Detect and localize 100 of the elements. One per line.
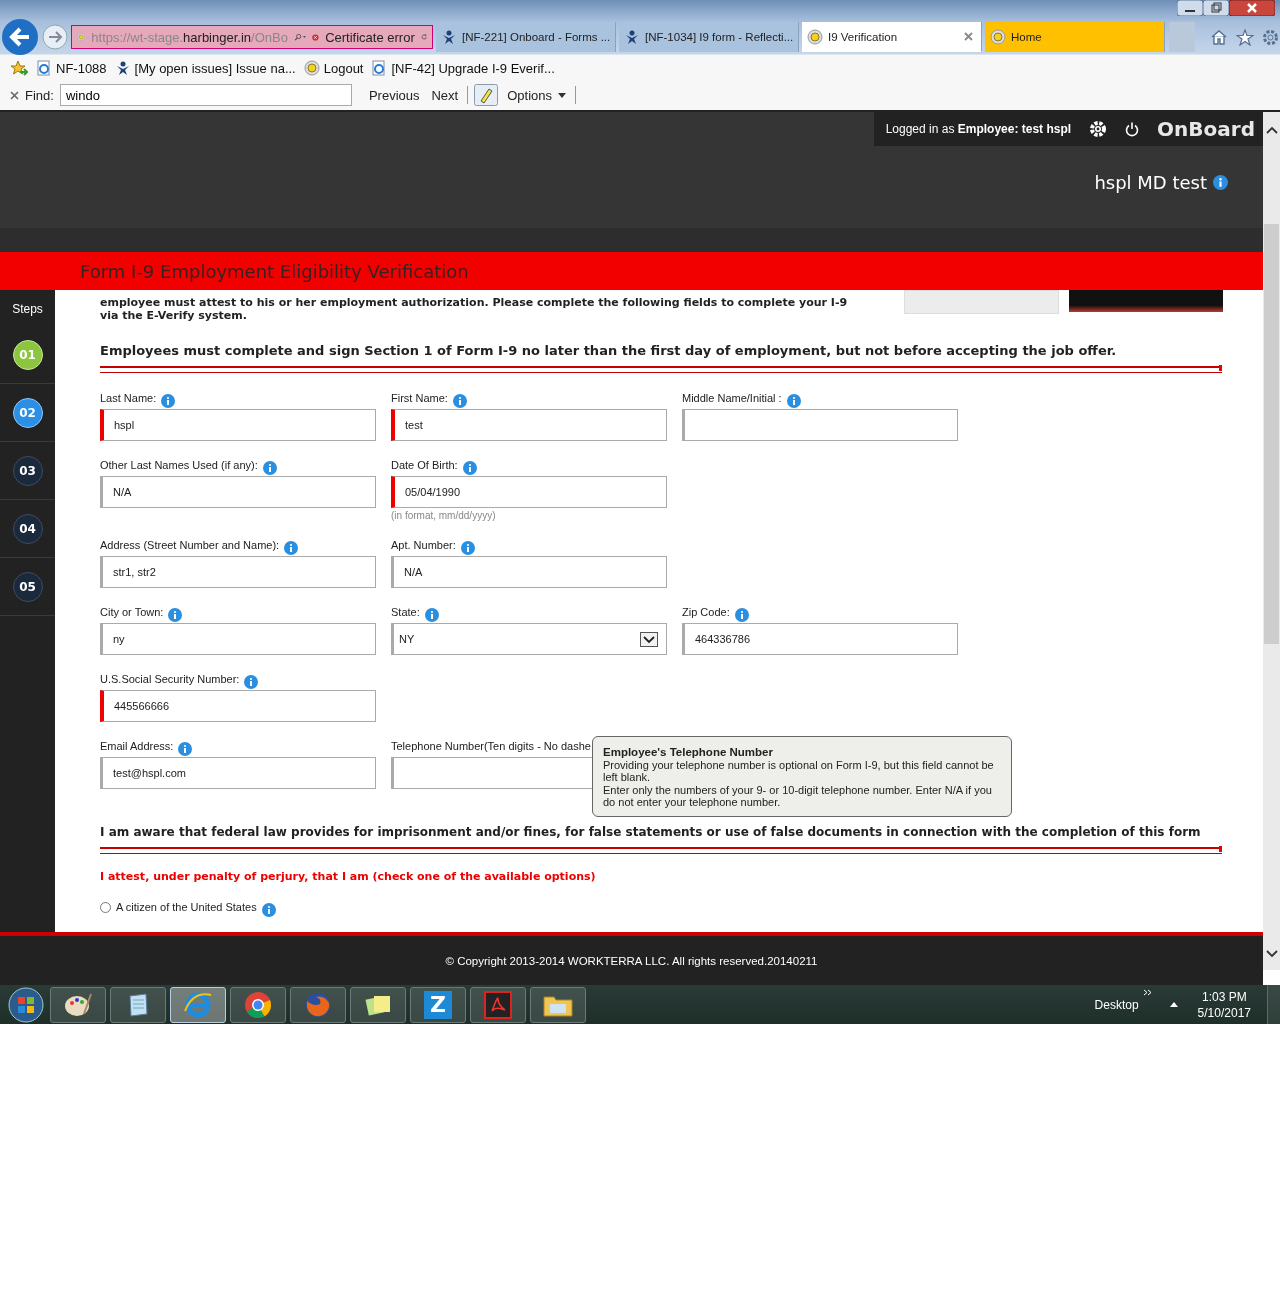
close-icon[interactable]: [964, 32, 973, 41]
field-label: Address (Street Number and Name):: [100, 539, 280, 551]
favorite-link[interactable]: Logout: [303, 60, 364, 76]
caret-icon[interactable]: [558, 92, 567, 98]
target-icon: [303, 60, 320, 76]
field-label: First Name:: [391, 392, 448, 404]
star-icon[interactable]: [1236, 28, 1254, 46]
browser-icon: [244, 990, 272, 1019]
forward-button[interactable]: [42, 24, 68, 50]
taskbar-button[interactable]: [230, 986, 286, 1023]
chevron-icon[interactable]: [1142, 989, 1152, 996]
text-field[interactable]: 445566666: [100, 690, 376, 722]
palette-icon: [64, 991, 92, 1018]
taskbar-button[interactable]: [530, 986, 586, 1023]
page-icon: [36, 60, 52, 76]
info-icon[interactable]: [1213, 175, 1228, 190]
text-field[interactable]: test: [391, 409, 667, 441]
page-title: Form I-9 Employment Eligibility Verification: [80, 260, 469, 282]
steps-title: Steps: [11, 301, 44, 318]
next-button[interactable]: Next: [428, 87, 462, 103]
brand-logo[interactable]: OnBoard: [1157, 117, 1255, 141]
taskbar-button[interactable]: [170, 986, 226, 1023]
power-icon[interactable]: [1125, 121, 1140, 137]
address-bar[interactable]: https://wt-stage.harbinger.in/OnBo Certificate error: [71, 25, 433, 49]
intro-text: employee must attest to his or her employment authorization. Please complete the following fields to complete your I-9 via the E-Verify system.: [100, 296, 849, 322]
target-icon: [807, 28, 823, 45]
browser-icon: [183, 990, 213, 1019]
tooltip-text: Providing your telephone number is optional on Form I-9, but this field cannot be left blank.: [603, 758, 995, 784]
field-label: Other Last Names Used (if any):: [100, 459, 258, 471]
favorite-link[interactable]: [NF-42] Upgrade I-9 Everif...: [371, 60, 555, 76]
text-field[interactable]: 464336786: [682, 623, 958, 655]
refresh-icon[interactable]: [420, 31, 427, 43]
previous-button[interactable]: Previous: [365, 87, 423, 103]
taskbar-button[interactable]: [110, 986, 166, 1023]
radio-button[interactable]: [100, 901, 111, 913]
home-icon[interactable]: [1210, 28, 1228, 45]
find-label: Find:: [25, 87, 54, 103]
text-field[interactable]: ny: [100, 623, 376, 655]
browser-icon: [304, 990, 332, 1019]
section-heading: Employees must complete and sign Section 1 of Form I-9 no later than the first day of employment, but not before accepting the job offer.: [100, 343, 1118, 358]
text-field[interactable]: N/A: [391, 556, 667, 588]
taskbar-button[interactable]: Z: [410, 986, 466, 1023]
field-label: State:: [391, 606, 420, 618]
text-field[interactable]: test@hspl.com: [100, 757, 376, 789]
logged-in-text: Logged in as Employee: test hspl: [885, 122, 1072, 136]
restore-button[interactable]: [1203, 0, 1229, 16]
field-label: Zip Code:: [682, 606, 730, 618]
taskbar-button[interactable]: [350, 986, 406, 1023]
app-icon: Z: [424, 990, 452, 1019]
desktop-toolbar[interactable]: Desktop: [1094, 997, 1139, 1012]
text-field[interactable]: [682, 409, 958, 441]
field-label: City or Town:: [100, 606, 164, 618]
highlighter-icon[interactable]: [474, 84, 499, 106]
favorite-link[interactable]: NF-1088: [36, 60, 107, 76]
text-field[interactable]: N/A: [100, 476, 376, 508]
close-button[interactable]: [1229, 0, 1275, 16]
target-icon: [990, 29, 1006, 45]
show-desktop-button[interactable]: [1267, 985, 1280, 1024]
step-number[interactable]: 05: [12, 571, 43, 602]
minimize-button[interactable]: [1177, 0, 1203, 16]
back-button[interactable]: [1, 18, 39, 56]
page-icon: [371, 60, 388, 76]
options-button[interactable]: Options: [504, 87, 570, 103]
clock-time[interactable]: 1:03 PM: [1201, 988, 1247, 1005]
favorite-link[interactable]: [My open issues] Issue na...: [114, 60, 296, 76]
awareness-text: I am aware that federal law provides for imprisonment and/or fines, for false statements or use of false documents in connection with the completion of this form: [100, 825, 1202, 839]
option-label: A citizen of the United States: [116, 901, 257, 913]
field-label: Middle Name/Initial :: [682, 392, 782, 404]
dropdown-icon[interactable]: [640, 631, 658, 647]
field-label: U.S.Social Security Number:: [100, 673, 240, 685]
browser-tab[interactable]: [NF-221] Onboard - Forms ...: [436, 22, 616, 52]
certificate-error[interactable]: Certificate error: [325, 29, 415, 45]
field-label: Telephone Number(Ten digits - No dashe: [391, 740, 591, 752]
format-hint: (in format, mm/dd/yyyy): [391, 510, 497, 521]
taskbar-button[interactable]: [50, 986, 106, 1023]
state-select[interactable]: NY: [391, 623, 667, 655]
field-label: Apt. Number:: [391, 539, 456, 551]
field-label: Last Name:: [100, 392, 157, 404]
step-number[interactable]: 03: [12, 455, 43, 486]
field-label: Date Of Birth:: [391, 459, 458, 471]
text-field[interactable]: str1, str2: [100, 556, 376, 588]
scroll-down-icon[interactable]: [1265, 950, 1278, 958]
text-field[interactable]: hspl: [100, 409, 376, 441]
text-field[interactable]: 05/04/1990: [391, 476, 667, 508]
tooltip-title: Employee's Telephone Number: [603, 746, 774, 759]
clock-date[interactable]: 5/10/2017: [1197, 1004, 1251, 1021]
find-field[interactable]: windo: [59, 84, 352, 106]
scrollbar[interactable]: [1263, 112, 1280, 970]
tooltip-text: Enter only the numbers of your 9- or 10-digit telephone number. Enter N/A if you do not enter your telephone number.: [603, 783, 993, 809]
browser-tab[interactable]: I9 Verification: [802, 22, 982, 52]
scroll-up-icon[interactable]: [1265, 126, 1278, 134]
company-name: hspl MD test: [1094, 172, 1207, 193]
browser-tab[interactable]: [NF-1034] I9 form - Reflecti...: [619, 22, 799, 52]
tray-arrow-icon[interactable]: [1169, 1002, 1178, 1007]
close-icon[interactable]: [10, 90, 19, 100]
step-number[interactable]: 04: [12, 513, 43, 544]
field-label: Email Address:: [100, 740, 174, 752]
add-favorite-icon[interactable]: [10, 60, 28, 76]
browser-tab[interactable]: Home: [985, 22, 1165, 52]
start-button[interactable]: [6, 986, 46, 1023]
